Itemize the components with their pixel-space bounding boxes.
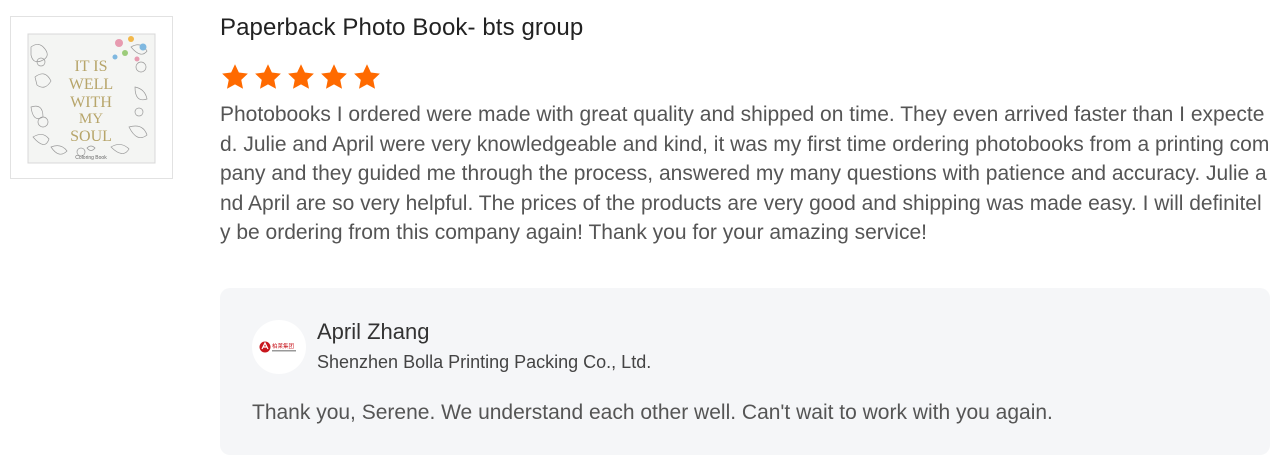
product-thumbnail[interactable]: IT IS WELL WITH MY SOUL Coloring Book — [10, 16, 173, 179]
rating-stars — [220, 62, 1270, 92]
review-main: Paperback Photo Book- bts group Photoboo… — [220, 12, 1270, 248]
cover-title-line-5: SOUL — [70, 128, 112, 145]
cover-title-line-1: IT IS — [74, 58, 107, 75]
reply-text: Thank you, Serene. We understand each ot… — [252, 401, 1053, 424]
star-icon — [253, 62, 283, 92]
star-icon — [352, 62, 382, 92]
seller-reply: 柏莱集团 April Zhang Shenzhen Bolla Printing… — [220, 288, 1270, 455]
star-icon — [220, 62, 250, 92]
cover-subtitle: Coloring Book — [75, 155, 107, 161]
reply-company-name: Shenzhen Bolla Printing Packing Co., Ltd… — [317, 352, 652, 372]
company-logo-avatar: 柏莱集团 — [252, 320, 306, 374]
review-card: IT IS WELL WITH MY SOUL Coloring Book Pa… — [0, 0, 1280, 473]
product-title[interactable]: Paperback Photo Book- bts group — [220, 12, 1270, 44]
cover-title-line-3: WITH — [70, 94, 112, 111]
star-icon — [286, 62, 316, 92]
logo-text: 柏莱集团 — [272, 342, 295, 350]
company-logo-icon: 柏莱集团 — [259, 341, 296, 353]
cover-title-line-2: WELL — [69, 76, 113, 93]
cover-title-line-4: MY — [79, 111, 103, 127]
coloring-book-cover-image: IT IS WELL WITH MY SOUL Coloring Book — [11, 17, 172, 178]
review-text: Photobooks I ordered were made with grea… — [220, 103, 1270, 244]
reply-author-name: April Zhang — [317, 319, 430, 344]
star-icon — [319, 62, 349, 92]
